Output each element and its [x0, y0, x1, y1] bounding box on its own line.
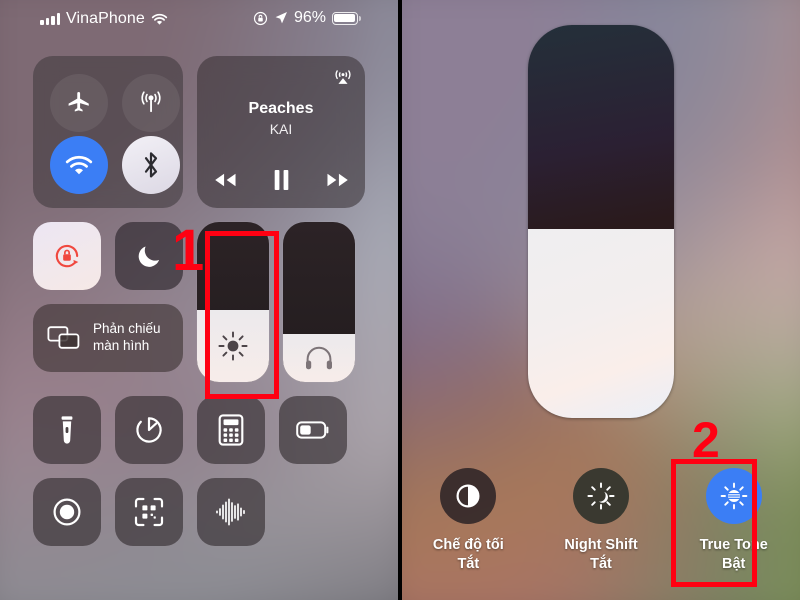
cc-shortcuts-row-2 — [33, 478, 365, 546]
location-arrow-icon — [274, 11, 288, 25]
fast-forward-icon[interactable] — [326, 172, 350, 188]
dark-mode-state: Tắt — [457, 556, 480, 572]
night-shift-option[interactable]: Night Shift Tắt — [535, 456, 668, 586]
rotation-lock-button[interactable] — [33, 222, 101, 290]
screen-mirroring-button[interactable]: Phản chiếu màn hình — [33, 304, 183, 372]
cc-row-top: Peaches KAI — [33, 56, 365, 208]
night-shift-icon[interactable] — [573, 468, 629, 524]
battery-icon — [332, 11, 361, 25]
highlight-box-step-1 — [205, 231, 279, 399]
highlight-box-step-2 — [671, 459, 757, 587]
now-playing-artist: KAI — [269, 121, 293, 137]
expanded-brightness-fill — [528, 229, 674, 418]
cc-middle-left-column: Phản chiếu màn hình — [33, 222, 183, 372]
screenshot-stage: VinaPhone 96% Peaches KAI Phản chiếu màn… — [0, 0, 800, 600]
cellular-bars-icon — [40, 13, 60, 25]
screen-mirroring-label-line1: Phản chiếu — [93, 321, 161, 337]
screen-mirroring-label-line2: màn hình — [93, 338, 150, 353]
airplane-mode-button[interactable] — [50, 74, 108, 132]
qr-scanner-button[interactable] — [115, 478, 183, 546]
timer-button[interactable] — [115, 396, 183, 464]
cellular-data-button[interactable] — [122, 74, 180, 132]
night-shift-label: Night Shift — [564, 537, 638, 553]
cc-shortcuts-row-1 — [33, 396, 365, 464]
wifi-button[interactable] — [50, 136, 108, 194]
night-shift-state: Tắt — [590, 556, 612, 572]
step-number-2: 2 — [692, 412, 720, 468]
hearing-button[interactable] — [197, 478, 265, 546]
carrier-name: VinaPhone — [66, 10, 145, 27]
panel-divider — [398, 0, 402, 600]
expanded-brightness-slider[interactable] — [528, 25, 674, 418]
rotation-lock-icon — [253, 11, 268, 26]
cc-toggle-pair — [33, 222, 183, 290]
connectivity-group[interactable] — [33, 56, 183, 208]
now-playing-title: Peaches — [248, 100, 314, 117]
status-bar: VinaPhone 96% — [0, 0, 398, 40]
control-center-grid: Peaches KAI Phản chiếu màn hình — [33, 56, 365, 546]
status-bar-right: 96% — [253, 9, 361, 27]
low-power-mode-button[interactable] — [279, 396, 347, 464]
screen-record-button[interactable] — [33, 478, 101, 546]
airplay-audio-icon[interactable] — [333, 66, 353, 86]
screen-mirroring-icon — [47, 324, 81, 352]
headphones-icon — [283, 334, 355, 382]
volume-slider[interactable] — [283, 222, 355, 382]
rewind-icon[interactable] — [213, 172, 237, 188]
dark-mode-label: Chế độ tối — [432, 537, 504, 553]
dark-mode-option[interactable]: Chế độ tối Tắt — [402, 456, 535, 586]
calculator-button[interactable] — [197, 396, 265, 464]
bluetooth-button[interactable] — [122, 136, 180, 194]
now-playing-widget[interactable]: Peaches KAI — [197, 56, 365, 208]
left-screen-control-center: VinaPhone 96% Peaches KAI Phản chiếu màn… — [0, 0, 398, 600]
media-controls — [197, 170, 365, 190]
dark-mode-icon[interactable] — [440, 468, 497, 524]
pause-icon[interactable] — [273, 170, 290, 190]
wifi-icon — [151, 13, 168, 26]
battery-percent: 96% — [293, 9, 326, 26]
step-number-1: 1 — [172, 218, 205, 283]
status-bar-left: VinaPhone — [40, 10, 168, 28]
screen-mirroring-label: Phản chiếu màn hình — [93, 321, 161, 355]
flashlight-button[interactable] — [33, 396, 101, 464]
